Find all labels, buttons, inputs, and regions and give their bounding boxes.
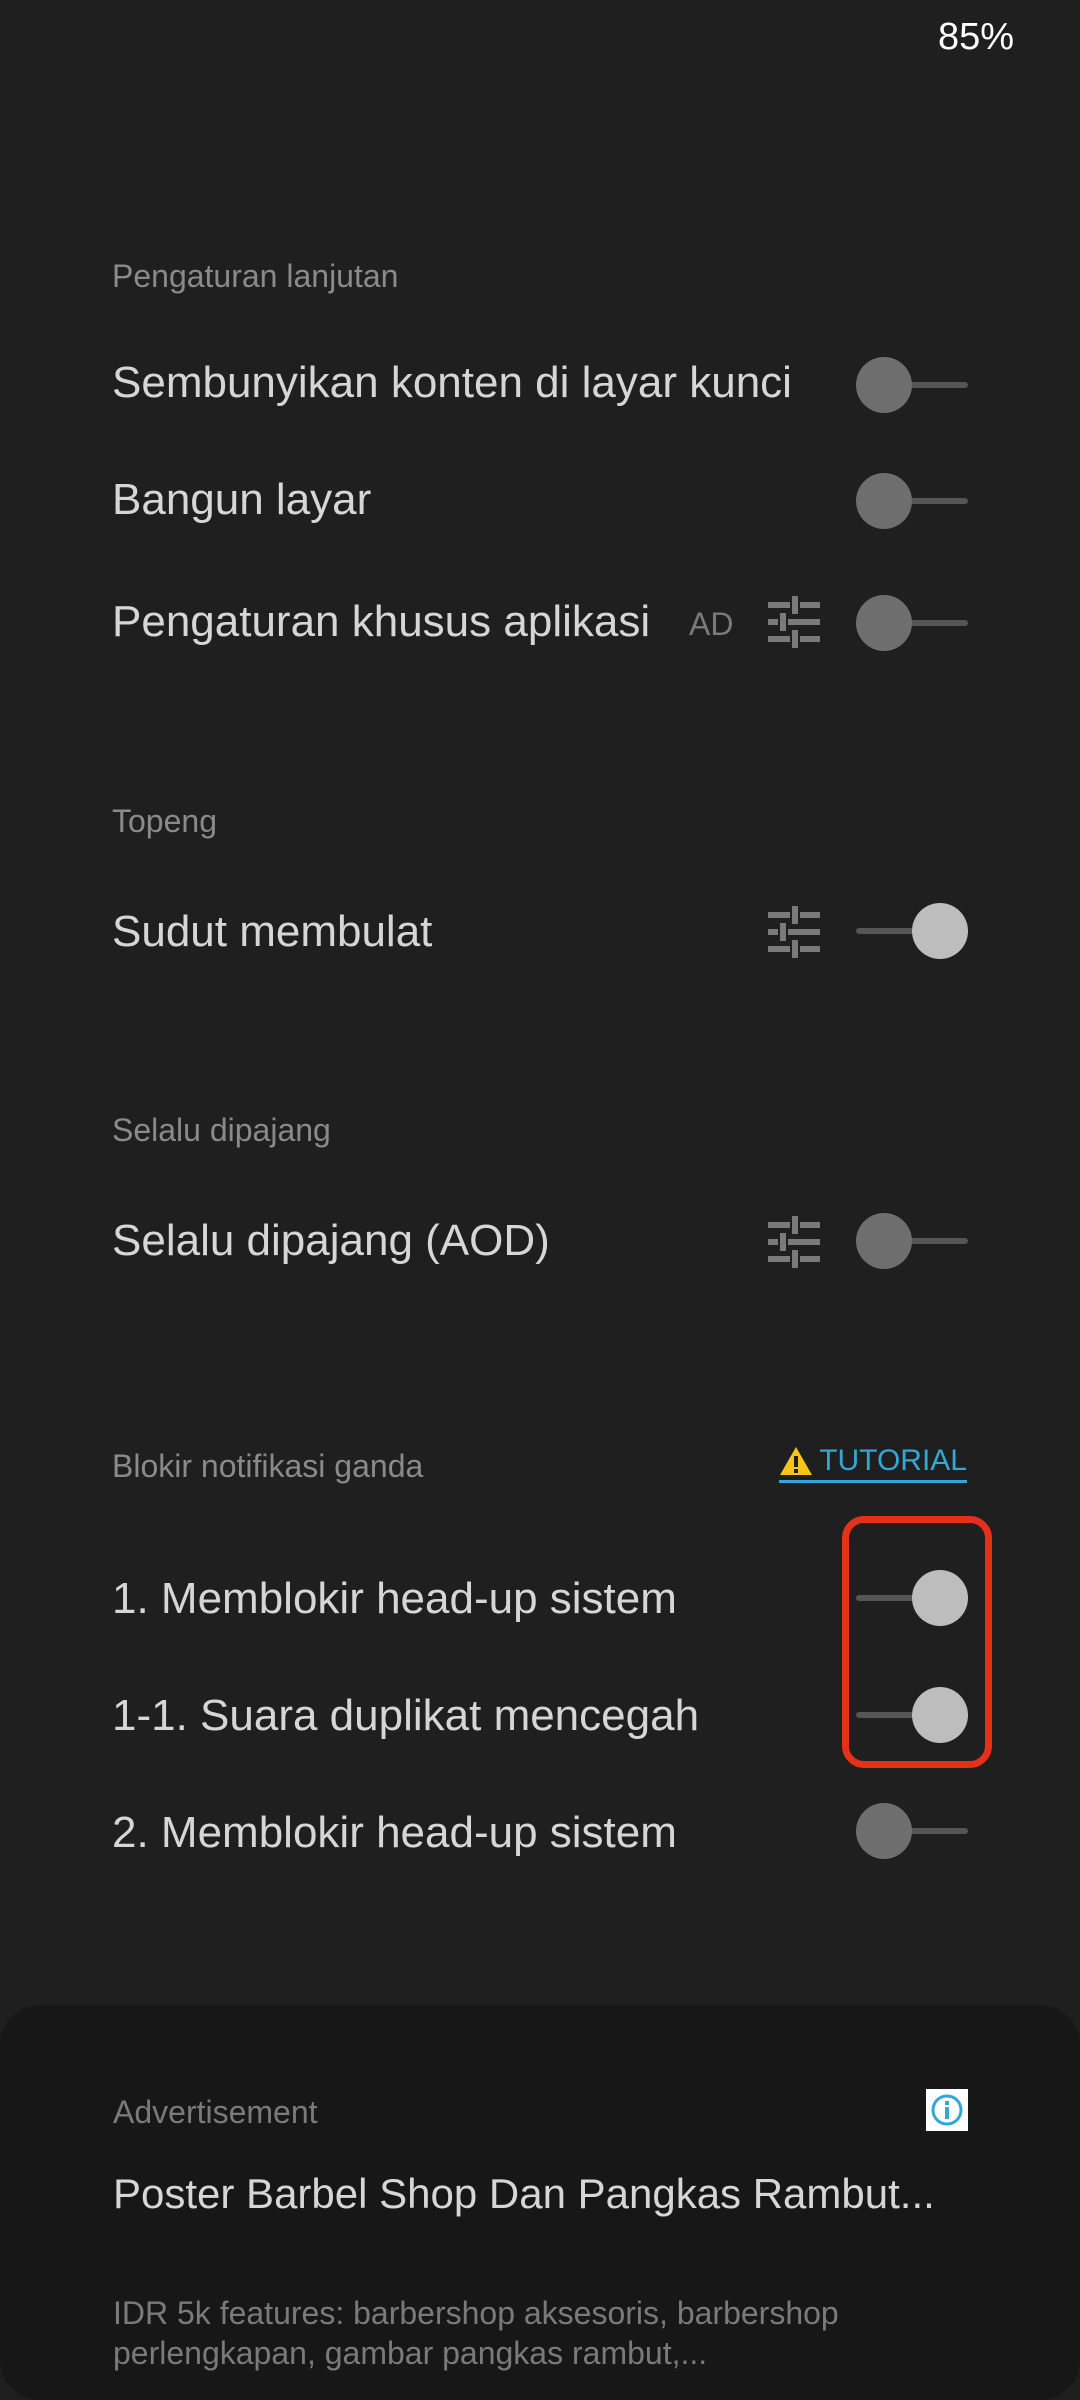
aod-label: Selalu dipajang (AOD) — [112, 1216, 550, 1265]
hide-lock-content-label: Sembunyikan konten di layar kunci — [112, 358, 792, 407]
wake-screen-toggle[interactable] — [856, 470, 968, 532]
tune-icon[interactable] — [766, 1216, 822, 1268]
ad-label: Advertisement — [113, 2094, 318, 2130]
block-headsup-2-toggle[interactable] — [856, 1800, 968, 1862]
tune-icon[interactable] — [766, 906, 822, 958]
prevent-duplicate-sound-label: 1-1. Suara duplikat mencegah — [112, 1691, 700, 1740]
rounded-corners-toggle[interactable] — [856, 900, 968, 962]
info-icon — [931, 2094, 963, 2126]
rounded-corners-label: Sudut membulat — [112, 907, 433, 956]
warning-icon — [780, 1447, 813, 1475]
section-header-mask: Topeng — [112, 803, 217, 839]
tune-icon[interactable] — [766, 596, 822, 648]
app-specific-label: Pengaturan khusus aplikasi — [112, 597, 651, 646]
ad-title[interactable]: Poster Barbel Shop Dan Pangkas Rambut... — [113, 2168, 953, 2220]
hide-lock-content-toggle[interactable] — [856, 354, 968, 416]
section-header-block-duplicate: Blokir notifikasi ganda — [112, 1448, 424, 1484]
highlight-box — [842, 1516, 992, 1768]
block-headsup-2-label: 2. Memblokir head-up sistem — [112, 1808, 677, 1857]
tutorial-link[interactable]: TUTORIAL — [779, 1444, 967, 1483]
ad-description: IDR 5k features: barbershop aksesoris, b… — [113, 2295, 839, 2371]
app-specific-toggle[interactable] — [856, 592, 968, 654]
ad-badge: AD — [689, 606, 734, 642]
wake-screen-label: Bangun layar — [112, 475, 372, 524]
tutorial-label: TUTORIAL — [819, 1444, 967, 1477]
section-header-advanced: Pengaturan lanjutan — [112, 258, 399, 294]
section-header-always-on: Selalu dipajang — [112, 1112, 331, 1148]
aod-toggle[interactable] — [856, 1210, 968, 1272]
block-headsup-1-label: 1. Memblokir head-up sistem — [112, 1574, 677, 1623]
ad-info-icon[interactable] — [926, 2089, 968, 2131]
battery-level: 85% — [937, 16, 1014, 58]
settings-screen: 85% Pengaturan lanjutan Sembunyikan kont… — [0, 0, 1080, 2400]
